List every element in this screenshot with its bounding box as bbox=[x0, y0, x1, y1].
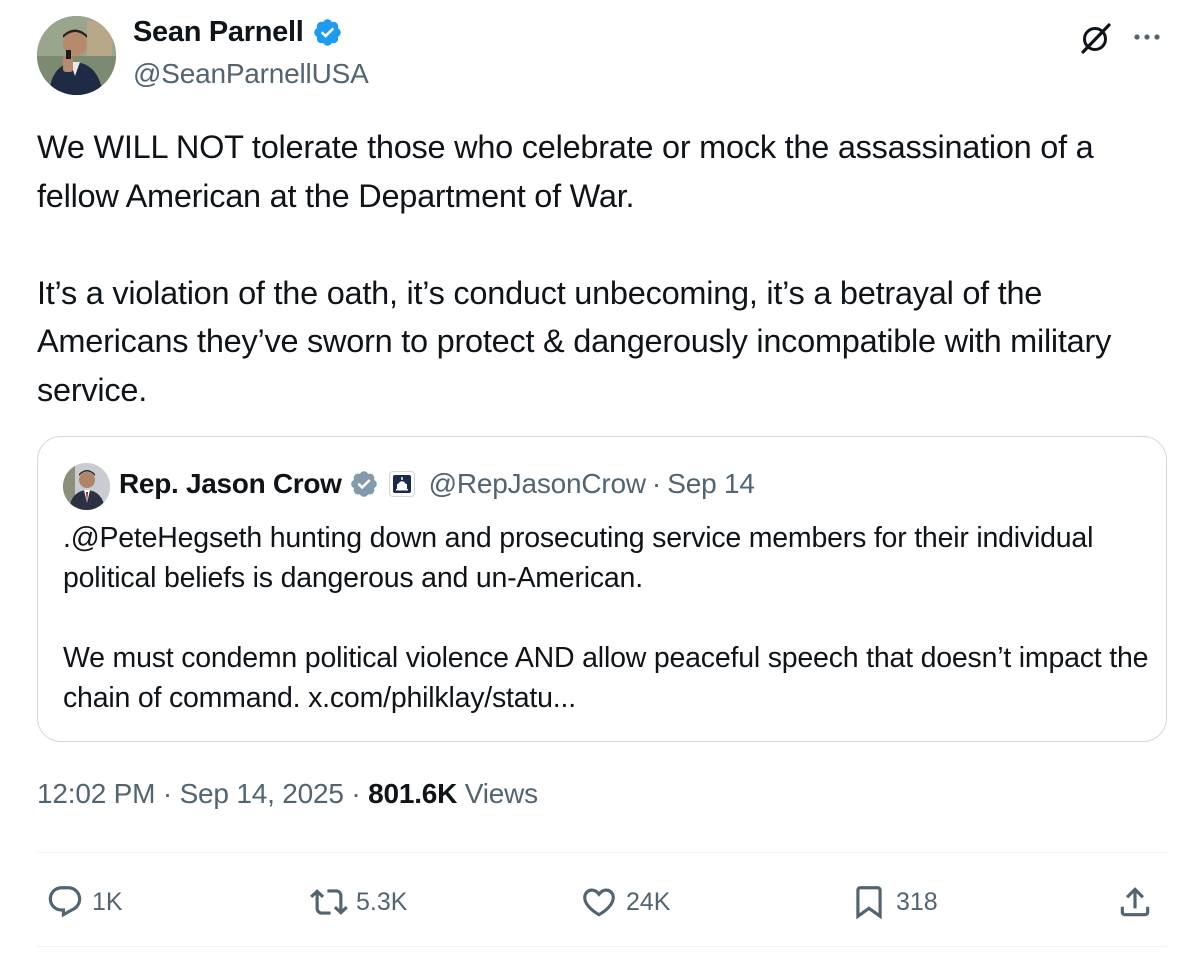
quote-author-row[interactable]: Rep. Jason Crow @RepJasonCrow · Sep 14 bbox=[119, 468, 755, 500]
reply-icon bbox=[48, 886, 82, 918]
author-handle[interactable]: @SeanParnellUSA bbox=[133, 58, 369, 90]
meta-separator: · bbox=[162, 778, 172, 809]
repost-icon bbox=[310, 889, 348, 915]
verified-badge-icon bbox=[313, 19, 341, 46]
tweet: Sean Parnell @SeanParnellUSA We WILL NOT… bbox=[0, 0, 1199, 963]
divider bbox=[37, 852, 1167, 853]
repost-button[interactable]: 5.3K bbox=[310, 878, 407, 926]
tweet-text: We WILL NOT tolerate those who celebrate… bbox=[37, 129, 1112, 408]
tweet-date[interactable]: Sep 14, 2025 bbox=[180, 778, 344, 809]
quote-text: .@PeteHegseth hunting down and prosecuti… bbox=[63, 522, 1149, 714]
share-button[interactable] bbox=[1116, 878, 1154, 926]
meta-separator: · bbox=[351, 778, 361, 809]
bookmark-icon bbox=[856, 886, 882, 920]
quote-display-name[interactable]: Rep. Jason Crow bbox=[119, 468, 342, 500]
like-button[interactable]: 24K bbox=[580, 878, 670, 926]
quote-author-avatar[interactable] bbox=[63, 463, 110, 510]
author-avatar[interactable] bbox=[37, 16, 116, 95]
views-label: Views bbox=[464, 778, 538, 809]
bookmark-button[interactable]: 318 bbox=[850, 878, 938, 926]
quoted-tweet[interactable]: Rep. Jason Crow @RepJasonCrow · Sep 14 .… bbox=[37, 436, 1167, 742]
repost-count: 5.3K bbox=[356, 887, 408, 916]
tweet-meta: 12:02 PM · Sep 14, 2025 · 801.6K Views bbox=[37, 778, 538, 810]
tweet-time[interactable]: 12:02 PM bbox=[37, 778, 155, 809]
views-count: 801.6K bbox=[368, 778, 458, 809]
grok-icon[interactable] bbox=[1078, 20, 1114, 56]
share-icon bbox=[1120, 887, 1150, 917]
author-name-row[interactable]: Sean Parnell bbox=[133, 16, 343, 49]
quote-separator: · bbox=[651, 468, 662, 499]
author-display-name[interactable]: Sean Parnell bbox=[133, 16, 304, 49]
divider bbox=[37, 946, 1167, 947]
like-count: 24K bbox=[626, 887, 671, 916]
quote-date[interactable]: Sep 14 bbox=[667, 468, 755, 500]
reply-count: 1K bbox=[92, 887, 123, 916]
quote-handle[interactable]: @RepJasonCrow bbox=[429, 468, 646, 500]
capitol-icon[interactable] bbox=[388, 471, 415, 497]
heart-icon bbox=[583, 888, 615, 917]
bookmark-count: 318 bbox=[896, 887, 938, 916]
reply-button[interactable]: 1K bbox=[46, 878, 123, 926]
verified-badge-icon bbox=[350, 471, 377, 497]
more-icon[interactable] bbox=[1127, 22, 1167, 52]
